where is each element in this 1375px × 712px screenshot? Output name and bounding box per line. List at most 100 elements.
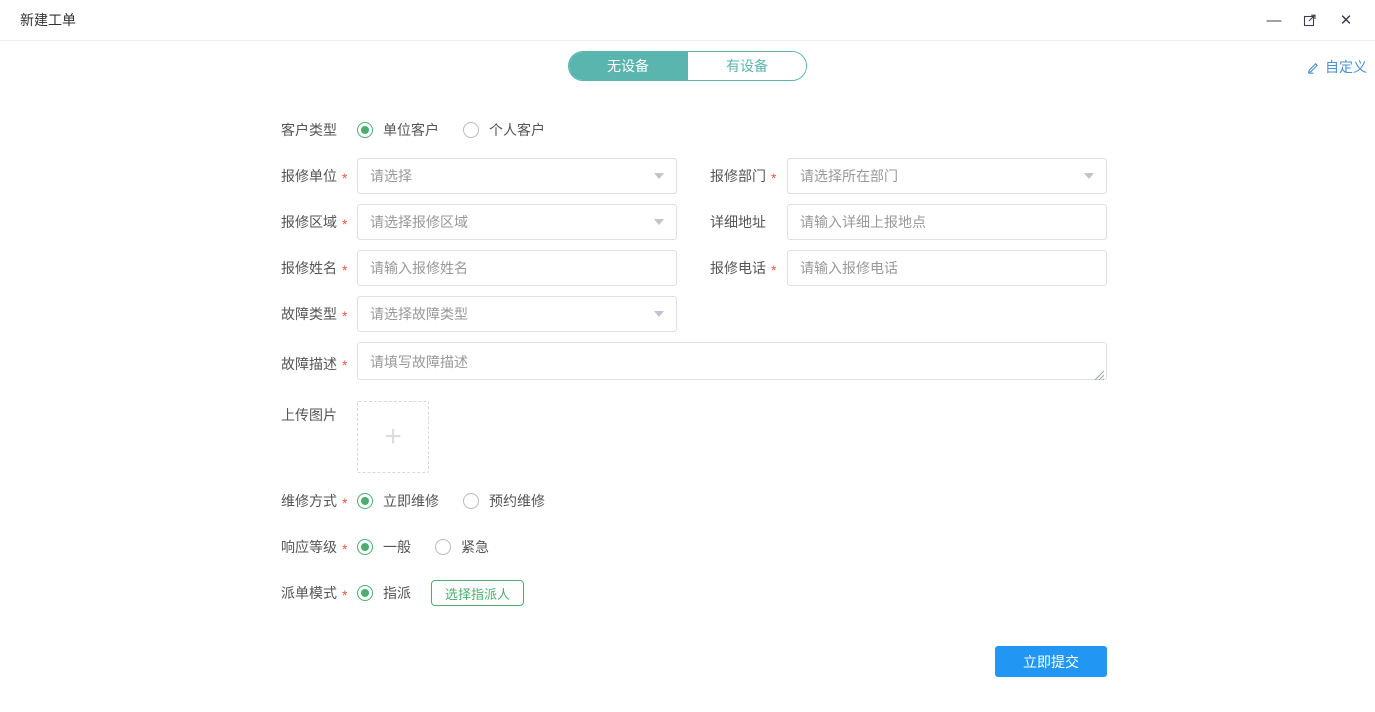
required-asterisk: * [342,262,347,278]
response-level-label: 响应等级 * [281,537,357,557]
radio-icon [463,122,479,138]
radio-label-personal: 个人客户 [489,120,545,140]
required-asterisk: * [342,308,347,324]
label-text: 详细地址 [710,212,766,232]
repair-department-select[interactable]: 请选择所在部门 [787,158,1107,194]
submit-row: 立即提交 [281,646,1107,677]
fault-type-select[interactable]: 请选择故障类型 [357,296,677,332]
radio-icon [357,122,373,138]
label-text: 报修部门 [710,166,766,186]
radio-icon [435,539,451,555]
window-title: 新建工单 [20,10,76,30]
row-dispatch-mode: 派单模式 * 指派 选择指派人 [281,575,1375,611]
new-work-order-form: 客户类型 单位客户 个人客户 报修单位 * 请选择 报修部门 * 请选择所在部门 [0,112,1375,677]
close-button[interactable]: ✕ [1331,6,1361,34]
radio-dot [361,589,369,597]
minimize-button[interactable]: — [1259,6,1289,34]
chevron-down-icon [1084,173,1094,179]
detail-address-input[interactable] [787,204,1107,240]
select-assignee-button[interactable]: 选择指派人 [431,580,524,606]
row-fault-description: 故障描述 * [281,342,1375,385]
label-text: 上传图片 [281,405,337,425]
label-text: 维修方式 [281,491,337,511]
row-customer-type: 客户类型 单位客户 个人客户 [281,112,1375,148]
row-reporter-name-phone: 报修姓名 * 报修电话 * [281,250,1375,286]
radio-icon [357,585,373,601]
radio-urgent-level[interactable]: 紧急 [435,537,489,557]
maximize-button[interactable] [1295,6,1325,34]
label-text: 派单模式 [281,583,337,603]
close-icon: ✕ [1340,13,1353,28]
radio-dot [361,497,369,505]
detail-address-label: 详细地址 [710,212,787,232]
radio-icon [357,493,373,509]
radio-personal-customer[interactable]: 个人客户 [463,120,545,140]
radio-label-reserve: 预约维修 [489,491,545,511]
chevron-down-icon [654,311,664,317]
titlebar: 新建工单 — ✕ [0,0,1375,41]
row-repair-mode: 维修方式 * 立即维修 预约维修 [281,483,1375,519]
label-text: 客户类型 [281,120,337,140]
radio-assign-mode[interactable]: 指派 [357,583,411,603]
radio-label-urgent: 紧急 [461,537,489,557]
customize-label: 自定义 [1325,57,1367,77]
repair-area-select[interactable]: 请选择报修区域 [357,204,677,240]
label-text: 报修电话 [710,258,766,278]
radio-immediate-repair[interactable]: 立即维修 [357,491,439,511]
required-asterisk: * [771,262,776,278]
required-asterisk: * [342,587,347,603]
tab-row: 无设备 有设备 自定义 [0,51,1375,83]
radio-dot [361,543,369,551]
submit-button[interactable]: 立即提交 [995,646,1107,677]
repair-unit-label: 报修单位 * [281,166,357,186]
chevron-down-icon [654,219,664,225]
fault-type-placeholder: 请选择故障类型 [370,304,468,324]
repair-department-label: 报修部门 * [710,166,787,186]
label-text: 报修姓名 [281,258,337,278]
fault-description-textarea[interactable] [357,342,1107,380]
label-text: 响应等级 [281,537,337,557]
radio-label-company: 单位客户 [383,120,439,140]
radio-normal-level[interactable]: 一般 [357,537,411,557]
required-asterisk: * [342,216,347,232]
repair-unit-placeholder: 请选择 [370,166,412,186]
radio-reserve-repair[interactable]: 预约维修 [463,491,545,511]
row-repair-area-address: 报修区域 * 请选择报修区域 详细地址 [281,204,1375,240]
dispatch-mode-label: 派单模式 * [281,583,357,603]
reporter-phone-input[interactable] [787,250,1107,286]
edit-pencil-icon [1306,60,1320,74]
repair-area-label: 报修区域 * [281,212,357,232]
label-text: 故障描述 [281,354,337,374]
label-text: 故障类型 [281,304,337,324]
radio-label-assign: 指派 [383,583,411,603]
reporter-name-label: 报修姓名 * [281,258,357,278]
tab-no-device[interactable]: 无设备 [569,52,687,80]
fault-type-label: 故障类型 * [281,304,357,324]
fault-description-label: 故障描述 * [281,354,357,374]
maximize-icon [1302,12,1318,28]
tab-has-device[interactable]: 有设备 [687,52,806,80]
repair-area-placeholder: 请选择报修区域 [370,212,468,232]
required-asterisk: * [342,541,347,557]
customize-link[interactable]: 自定义 [1306,57,1367,77]
radio-label-immediate: 立即维修 [383,491,439,511]
customer-type-label: 客户类型 [281,120,357,140]
repair-unit-select[interactable]: 请选择 [357,158,677,194]
row-upload-image: 上传图片 + [281,401,1375,473]
row-response-level: 响应等级 * 一般 紧急 [281,529,1375,565]
fault-description-wrapper [357,342,1107,385]
label-text: 报修区域 [281,212,337,232]
row-repair-unit-department: 报修单位 * 请选择 报修部门 * 请选择所在部门 [281,158,1375,194]
radio-label-normal: 一般 [383,537,411,557]
radio-company-customer[interactable]: 单位客户 [357,120,439,140]
radio-icon [357,539,373,555]
reporter-name-input[interactable] [357,250,677,286]
repair-department-placeholder: 请选择所在部门 [800,166,898,186]
upload-image-box[interactable]: + [357,401,429,473]
plus-icon: + [384,422,402,452]
window-controls: — ✕ [1259,6,1361,34]
radio-icon [463,493,479,509]
repair-mode-label: 维修方式 * [281,491,357,511]
radio-dot [361,126,369,134]
row-fault-type: 故障类型 * 请选择故障类型 [281,296,1375,332]
